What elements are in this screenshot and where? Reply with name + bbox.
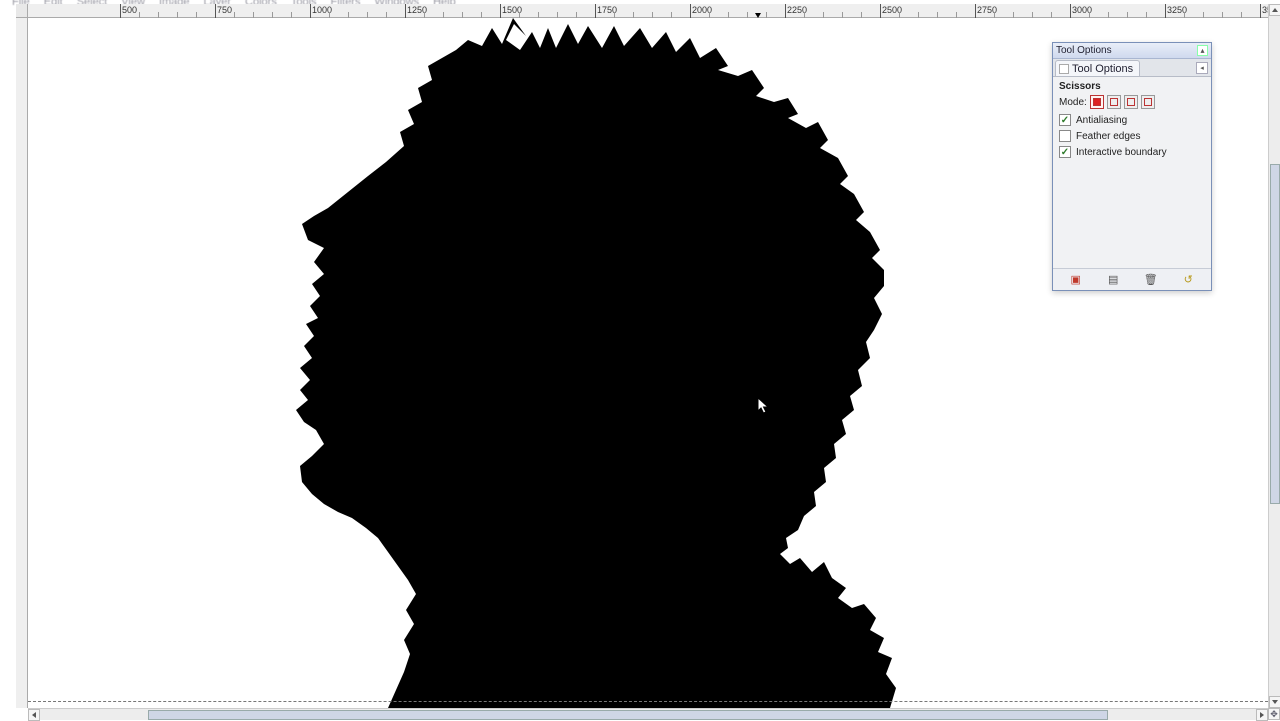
mode-subtract-button[interactable]	[1124, 95, 1138, 109]
delete-preset-icon[interactable]: 🗑	[1143, 272, 1159, 288]
checkbox-label: Interactive boundary	[1076, 147, 1167, 158]
tool-name: Scissors	[1059, 81, 1205, 92]
tab-tool-options[interactable]: Tool Options	[1055, 60, 1140, 76]
checkbox-icon	[1059, 114, 1071, 126]
checkbox-label: Antialiasing	[1076, 115, 1127, 126]
tool-options-icon	[1059, 64, 1069, 74]
scroll-left-button[interactable]	[28, 709, 40, 721]
checkbox-icon	[1059, 146, 1071, 158]
panel-footer: ▣ ▤ 🗑 ↺	[1053, 268, 1211, 290]
scroll-up-button[interactable]	[1269, 4, 1280, 16]
panel-tabs: Tool Options ◂	[1053, 59, 1211, 77]
scroll-right-button[interactable]	[1256, 709, 1268, 721]
collapse-icon[interactable]: ▴	[1197, 45, 1208, 56]
ruler-tick-label: 500	[122, 5, 137, 15]
mode-add-button[interactable]	[1107, 95, 1121, 109]
panel-body: Scissors Mode: Antialiasing Feather edge…	[1053, 77, 1211, 268]
mode-label: Mode:	[1059, 97, 1087, 108]
load-preset-icon[interactable]: ▤	[1105, 272, 1121, 288]
horizontal-scrollbar[interactable]	[28, 708, 1268, 720]
reset-icon[interactable]: ↺	[1180, 272, 1196, 288]
checkbox-antialiasing[interactable]: Antialiasing	[1059, 114, 1205, 126]
tool-options-panel[interactable]: Tool Options ▴ Tool Options ◂ Scissors M…	[1052, 42, 1212, 291]
scroll-down-button[interactable]	[1269, 696, 1280, 708]
panel-titlebar[interactable]: Tool Options ▴	[1053, 43, 1211, 59]
checkbox-feather-edges[interactable]: Feather edges	[1059, 130, 1205, 142]
panel-title: Tool Options	[1056, 45, 1197, 56]
tab-label: Tool Options	[1072, 63, 1133, 75]
tab-menu-icon[interactable]: ◂	[1196, 62, 1208, 74]
checkbox-icon	[1059, 130, 1071, 142]
checkbox-interactive-boundary[interactable]: Interactive boundary	[1059, 146, 1205, 158]
checkbox-label: Feather edges	[1076, 131, 1141, 142]
vertical-scroll-thumb[interactable]	[1270, 164, 1280, 504]
navigation-preview-button[interactable]	[1268, 708, 1280, 720]
mouse-cursor	[758, 398, 770, 416]
save-preset-icon[interactable]: ▣	[1068, 272, 1084, 288]
selection-marching-ants	[28, 701, 1268, 702]
mode-intersect-button[interactable]	[1141, 95, 1155, 109]
vertical-scrollbar[interactable]	[1268, 4, 1280, 708]
ruler-horizontal[interactable]: 5007501000125015001750200022502500275030…	[28, 4, 1268, 18]
mode-replace-button[interactable]	[1090, 95, 1104, 109]
ruler-tick-label: 750	[217, 5, 232, 15]
selection-mode-row: Mode:	[1059, 95, 1205, 109]
ruler-vertical[interactable]	[16, 18, 28, 708]
ruler-corner	[16, 4, 28, 18]
horizontal-scroll-thumb[interactable]	[148, 710, 1108, 720]
